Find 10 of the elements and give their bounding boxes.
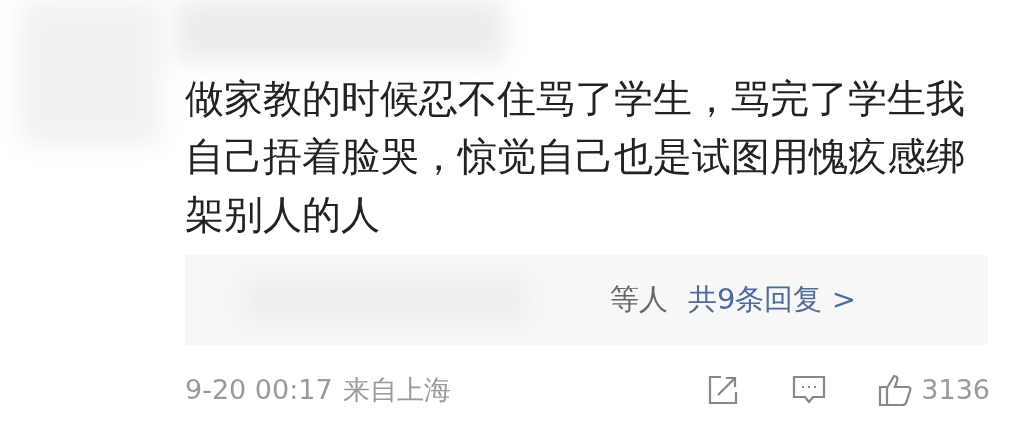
- like-count: 3136: [921, 372, 990, 407]
- share-icon[interactable]: [707, 374, 740, 406]
- replies-link[interactable]: 共9条回复 >: [688, 278, 856, 322]
- thumbs-up-icon[interactable]: [877, 373, 914, 407]
- reply-users-text: 等人: [610, 281, 668, 319]
- location-text: 来自上海: [342, 372, 451, 407]
- comment-icon[interactable]: [791, 374, 828, 406]
- timestamp: 9-20 00:17: [185, 372, 333, 407]
- reply-panel[interactable]: 等人 共9条回复 >: [185, 255, 988, 345]
- comment-text: 做家教的时候忍不住骂了学生，骂完了学生我自己捂着脸哭，惊觉自己也是试图用愧疚感绑架别人的人: [185, 75, 966, 239]
